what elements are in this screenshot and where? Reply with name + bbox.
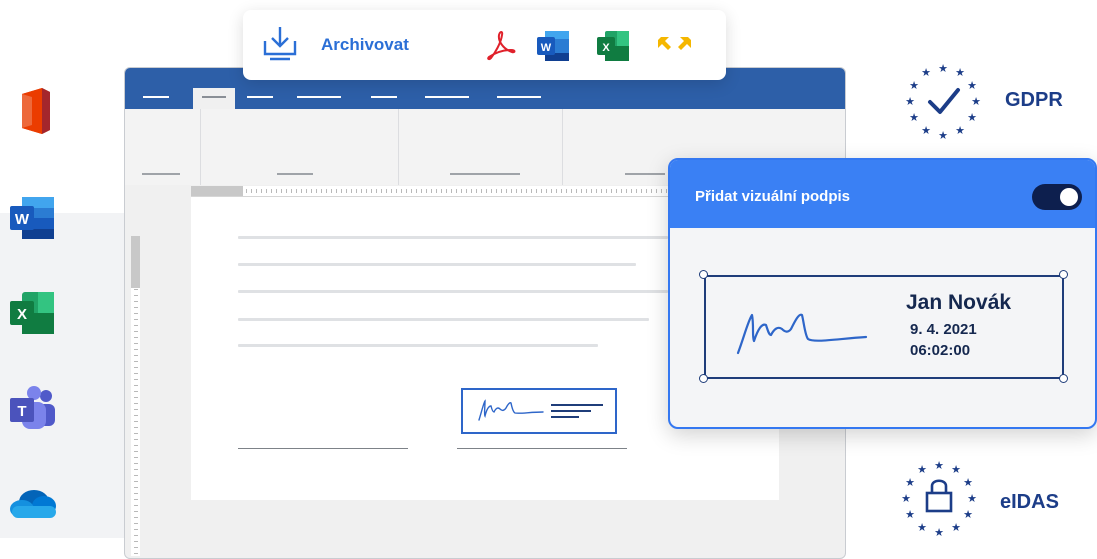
eidas-stars-lock-icon: ★ ★ ★ ★ ★ ★ ★ ★ ★ ★ ★ ★	[894, 457, 984, 539]
archive-button[interactable]: Archivovat	[321, 35, 409, 55]
svg-text:W: W	[541, 42, 552, 54]
resize-handle[interactable]	[1059, 374, 1068, 383]
word-format-icon[interactable]: W	[535, 29, 571, 63]
ruler-margin	[191, 186, 243, 196]
menu-item[interactable]	[143, 96, 169, 98]
signature-time: 06:02:00	[910, 342, 971, 359]
menu-item[interactable]	[297, 96, 341, 98]
top-toolbar: Archivovat W X	[243, 10, 726, 80]
teams-icon[interactable]: T	[8, 383, 58, 433]
svg-text:★: ★	[963, 508, 973, 521]
svg-text:★: ★	[951, 521, 961, 534]
svg-text:★: ★	[955, 66, 965, 79]
menu-item[interactable]	[247, 96, 273, 98]
ribbon-separator	[398, 109, 399, 185]
pdf-icon[interactable]	[483, 29, 519, 63]
svg-text:★: ★	[963, 476, 973, 489]
svg-text:★: ★	[909, 111, 919, 124]
svg-text:★: ★	[971, 95, 981, 108]
ribbon-group-label[interactable]	[277, 173, 313, 175]
menu-tab-label	[202, 96, 226, 98]
signature-panel-title: Přidat vizuální podpis	[695, 188, 851, 205]
svg-text:★: ★	[917, 463, 927, 476]
arrows-expand-icon[interactable]	[655, 29, 691, 63]
text-line	[238, 263, 636, 266]
ribbon-group-label[interactable]	[142, 173, 180, 175]
resize-handle[interactable]	[699, 374, 708, 383]
svg-text:★: ★	[905, 476, 915, 489]
ribbon-group-label[interactable]	[625, 173, 665, 175]
text-line	[238, 318, 649, 321]
svg-text:★: ★	[917, 521, 927, 534]
signature-date: 9. 4. 2021	[910, 321, 977, 338]
office-icon[interactable]	[8, 86, 58, 136]
ribbon-separator	[200, 109, 201, 185]
mini-signature-icon	[478, 399, 603, 421]
handwritten-signature-icon	[736, 313, 868, 355]
signature-line	[457, 448, 627, 449]
menu-item[interactable]	[425, 96, 469, 98]
svg-text:T: T	[17, 403, 26, 420]
svg-text:★: ★	[938, 129, 948, 142]
svg-text:X: X	[602, 42, 610, 54]
eidas-label: eIDAS	[1000, 491, 1059, 513]
toggle-knob	[1060, 188, 1078, 206]
visual-signature-panel: Přidat vizuální podpis Jan Novák 9. 4. 2…	[668, 158, 1097, 429]
svg-text:W: W	[15, 211, 30, 228]
svg-text:★: ★	[934, 526, 944, 539]
text-line	[238, 236, 668, 239]
svg-text:★: ★	[967, 492, 977, 505]
signature-panel-header: Přidat vizuální podpis	[670, 160, 1095, 228]
svg-text:★: ★	[934, 459, 944, 472]
svg-text:★: ★	[955, 124, 965, 137]
ribbon-separator	[562, 109, 563, 185]
excel-format-icon[interactable]: X	[595, 29, 631, 63]
svg-text:★: ★	[967, 111, 977, 124]
gdpr-stars-check-icon: ★ ★ ★ ★ ★ ★ ★ ★ ★ ★ ★ ★	[898, 60, 988, 142]
onedrive-icon[interactable]	[8, 480, 58, 530]
svg-text:★: ★	[909, 79, 919, 92]
ribbon-group-label[interactable]	[450, 173, 520, 175]
resize-handle[interactable]	[699, 270, 708, 279]
gdpr-label: GDPR	[1005, 89, 1063, 111]
menu-tab-active[interactable]	[193, 88, 235, 109]
word-icon[interactable]: W	[8, 193, 58, 243]
vertical-ruler[interactable]	[131, 236, 140, 556]
svg-text:★: ★	[951, 463, 961, 476]
svg-text:★: ★	[938, 62, 948, 75]
signature-field[interactable]	[461, 388, 617, 434]
menu-item[interactable]	[371, 96, 397, 98]
svg-text:★: ★	[967, 79, 977, 92]
signer-name: Jan Novák	[906, 291, 1012, 314]
text-line	[238, 290, 668, 293]
ruler-margin	[131, 236, 140, 288]
menu-item[interactable]	[497, 96, 541, 98]
resize-handle[interactable]	[1059, 270, 1068, 279]
text-line	[238, 344, 598, 347]
excel-icon[interactable]: X	[8, 288, 58, 338]
signature-line	[238, 448, 408, 449]
svg-text:X: X	[17, 306, 27, 323]
archive-download-icon[interactable]	[262, 24, 298, 64]
svg-text:★: ★	[921, 124, 931, 137]
svg-text:★: ★	[901, 492, 911, 505]
svg-text:★: ★	[921, 66, 931, 79]
svg-text:★: ★	[905, 95, 915, 108]
svg-text:★: ★	[905, 508, 915, 521]
visual-signature-toggle[interactable]	[1032, 184, 1082, 210]
